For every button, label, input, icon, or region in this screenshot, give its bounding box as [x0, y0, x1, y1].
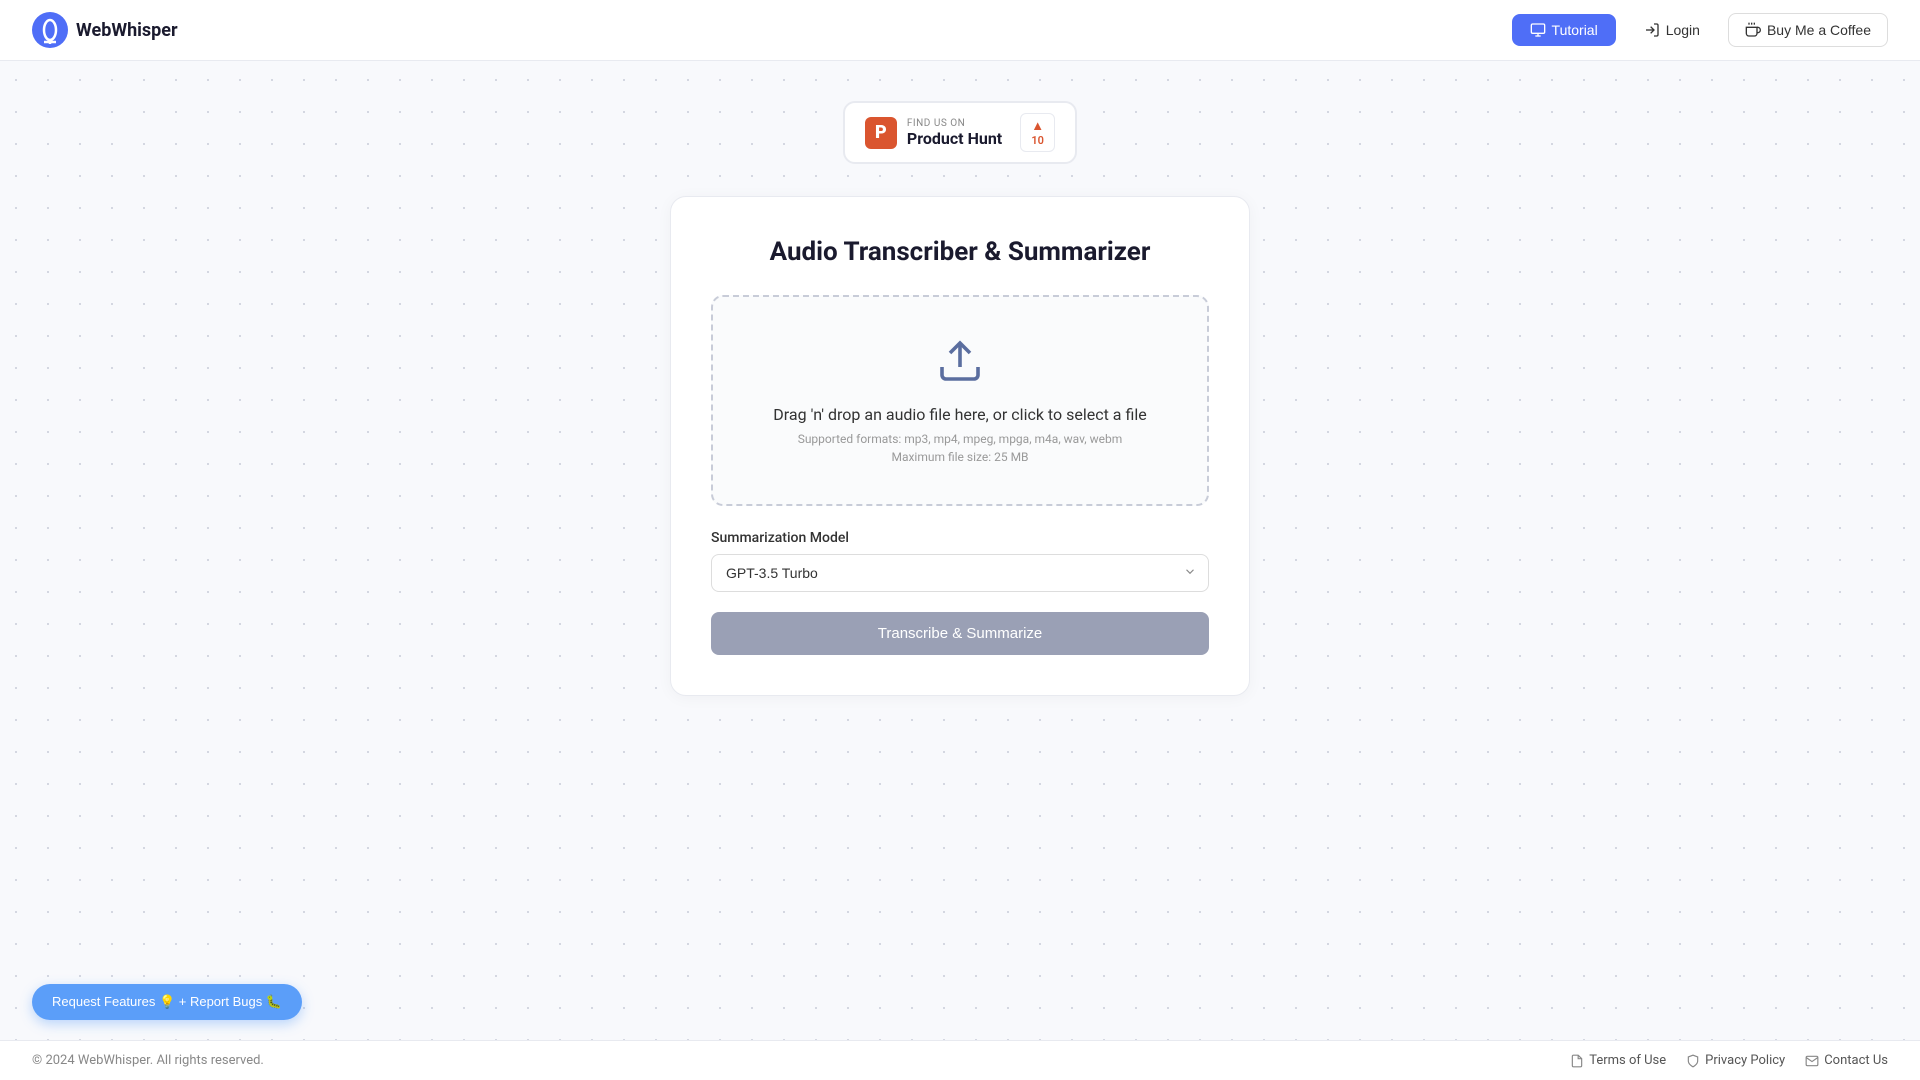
coffee-button[interactable]: Buy Me a Coffee: [1728, 13, 1888, 47]
brand-logo-icon: [32, 12, 68, 48]
mail-icon: [1805, 1054, 1819, 1068]
navbar: WebWhisper Tutorial Login Buy Me a Coffe…: [0, 0, 1920, 61]
model-label: Summarization Model: [711, 530, 1209, 546]
transcribe-button[interactable]: Transcribe & Summarize: [711, 612, 1209, 655]
brand-name: WebWhisper: [76, 20, 178, 41]
ph-text: FIND US ON Product Hunt: [907, 118, 1002, 148]
ph-votes: ▲ 10: [1020, 113, 1055, 152]
footer: © 2024 WebWhisper. All rights reserved. …: [0, 1040, 1920, 1080]
contact-link[interactable]: Contact Us: [1805, 1053, 1888, 1068]
request-features-button[interactable]: Request Features 💡 + Report Bugs 🐛: [32, 984, 302, 1020]
file-drop-zone[interactable]: Drag 'n' drop an audio file here, or cli…: [711, 295, 1209, 506]
login-button[interactable]: Login: [1628, 14, 1716, 46]
shield-icon: [1686, 1054, 1700, 1068]
privacy-link[interactable]: Privacy Policy: [1686, 1053, 1785, 1068]
monitor-icon: [1530, 22, 1546, 38]
footer-links: Terms of Use Privacy Policy Contact Us: [1570, 1053, 1888, 1068]
footer-copyright: © 2024 WebWhisper. All rights reserved.: [32, 1053, 264, 1068]
drop-zone-size: Maximum file size: 25 MB: [733, 450, 1187, 464]
product-hunt-banner[interactable]: P FIND US ON Product Hunt ▲ 10: [843, 101, 1077, 164]
terms-link[interactable]: Terms of Use: [1570, 1053, 1666, 1068]
ph-vote-arrow: ▲: [1031, 118, 1044, 134]
ph-logo-icon: P: [865, 117, 897, 149]
drop-zone-text: Drag 'n' drop an audio file here, or cli…: [733, 405, 1187, 424]
main-card: Audio Transcriber & Summarizer Drag 'n' …: [670, 196, 1250, 696]
ph-vote-count: 10: [1031, 134, 1044, 147]
model-select-wrapper: GPT-3.5 Turbo GPT-4 GPT-4 Turbo: [711, 554, 1209, 592]
brand-link[interactable]: WebWhisper: [32, 12, 178, 48]
model-select[interactable]: GPT-3.5 Turbo GPT-4 GPT-4 Turbo: [711, 554, 1209, 592]
navbar-actions: Tutorial Login Buy Me a Coffee: [1512, 13, 1888, 47]
page-title: Audio Transcriber & Summarizer: [711, 237, 1209, 267]
drop-zone-formats: Supported formats: mp3, mp4, mpeg, mpga,…: [733, 432, 1187, 446]
main-content: P FIND US ON Product Hunt ▲ 10 Audio Tra…: [0, 61, 1920, 776]
upload-icon: [936, 337, 984, 385]
coffee-icon: [1745, 22, 1761, 38]
terms-icon: [1570, 1054, 1584, 1068]
login-icon: [1644, 22, 1660, 38]
tutorial-button[interactable]: Tutorial: [1512, 14, 1616, 46]
